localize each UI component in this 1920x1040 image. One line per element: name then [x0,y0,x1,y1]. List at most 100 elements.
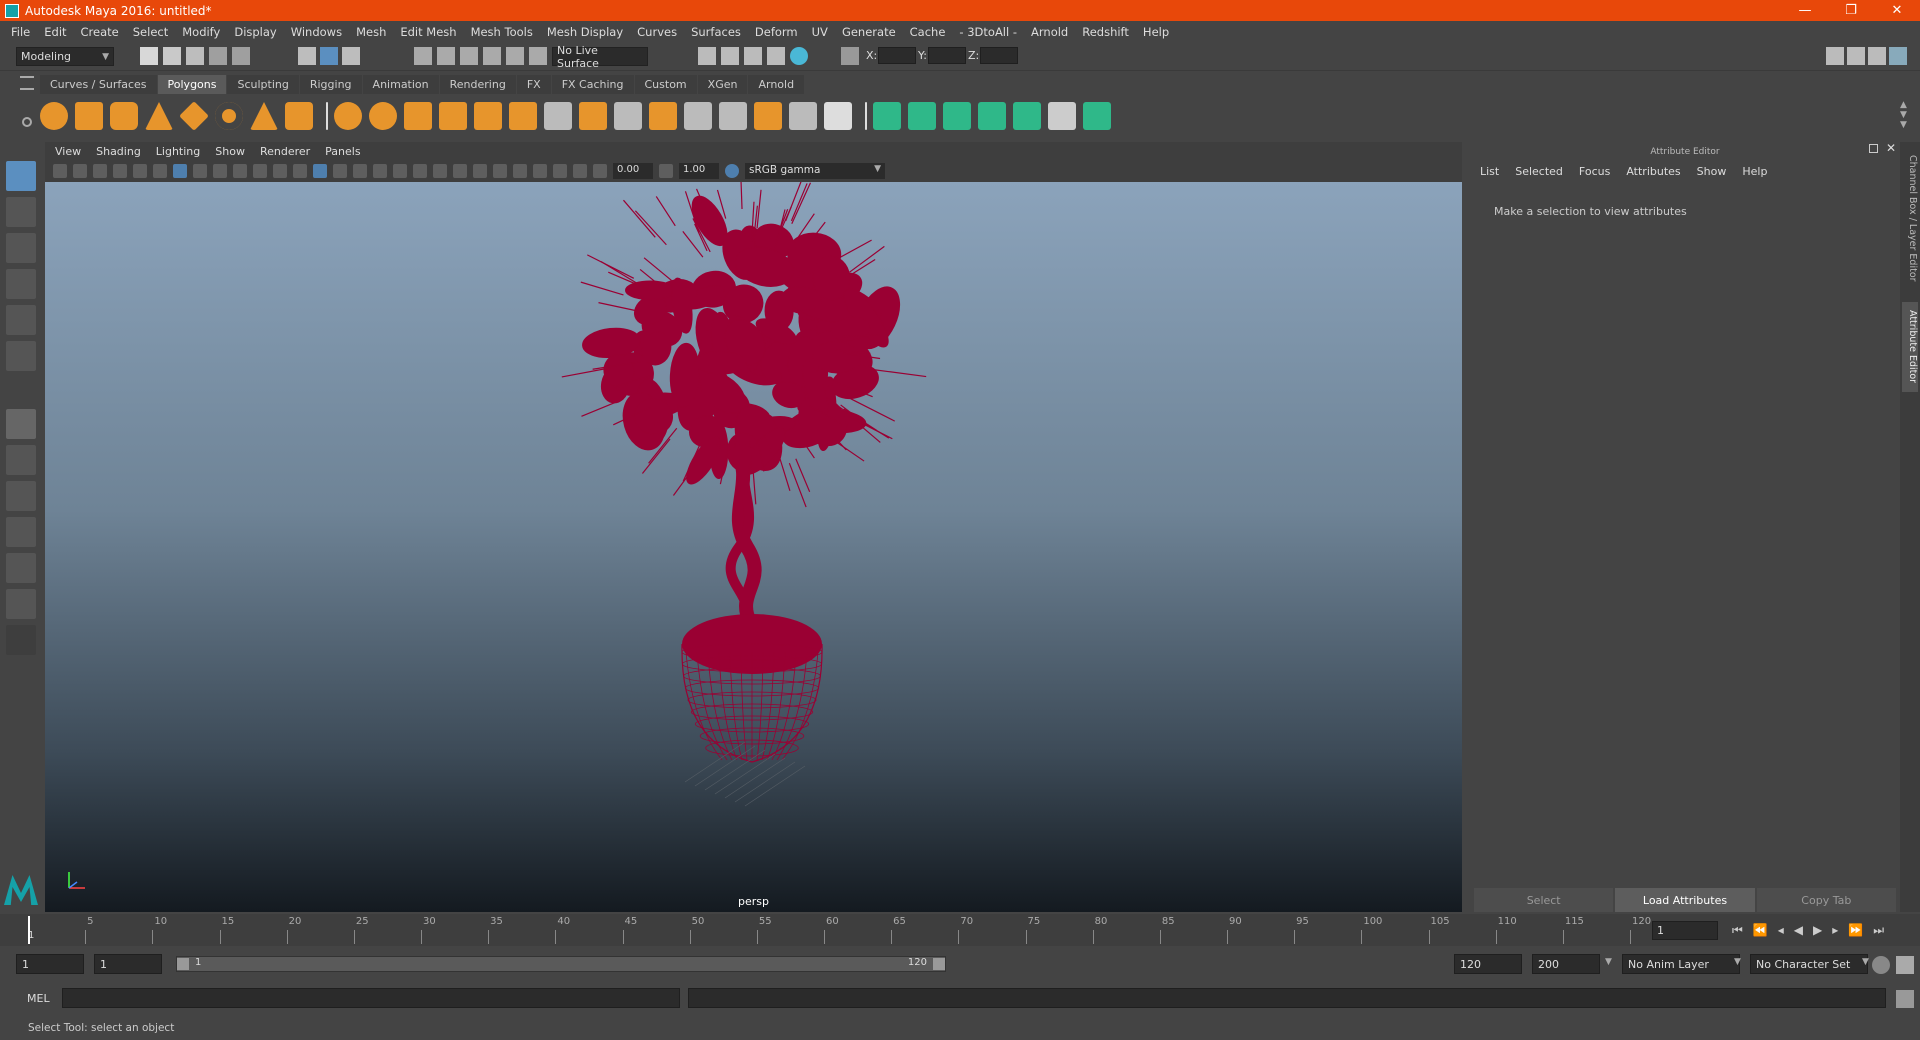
poly-cone-icon[interactable] [145,102,173,130]
copy-tab-button[interactable]: Copy Tab [1756,888,1896,912]
vp-menu-renderer[interactable]: Renderer [260,145,310,158]
z-field[interactable] [980,47,1018,64]
anim-layer-field[interactable]: No Anim Layer [1622,954,1740,974]
persp-outliner-icon[interactable] [6,481,36,511]
poly-cube-icon[interactable] [75,102,103,130]
isolate-select-icon[interactable] [513,164,527,178]
vp-menu-shading[interactable]: Shading [96,145,141,158]
2d-pan-zoom-icon[interactable] [133,164,147,178]
shelf-tab-fx[interactable]: FX [516,75,551,94]
range-slider[interactable]: 1 120 [176,956,946,972]
minimize-button[interactable]: — [1782,3,1828,18]
current-time-indicator[interactable] [28,916,30,944]
tool-settings-icon[interactable] [1868,47,1886,65]
poly-sphere-icon[interactable] [40,102,68,130]
uv-spherical-icon[interactable] [943,102,971,130]
shelf-tab-arnold[interactable]: Arnold [748,75,805,94]
ae-menu-show[interactable]: Show [1697,165,1727,178]
start-time-field[interactable]: 1 [16,954,84,974]
step-forward-key-icon[interactable]: ⏩ [1848,923,1863,938]
mel-command-input[interactable] [62,988,680,1008]
gate-mask-icon[interactable] [233,164,247,178]
menu-generate[interactable]: Generate [842,25,896,39]
uv-planar-icon[interactable] [873,102,901,130]
close-panel-icon[interactable]: ✕ [1886,141,1896,155]
menu-edit-mesh[interactable]: Edit Mesh [400,25,456,39]
channel-box-tab[interactable]: Channel Box / Layer Editor [1902,148,1918,288]
use-lights-icon[interactable] [393,164,407,178]
shelf-tab-polygons[interactable]: Polygons [157,75,227,94]
shelf-tab-xgen[interactable]: XGen [697,75,748,94]
current-frame-field[interactable]: 1 [1652,921,1718,940]
xray-icon[interactable] [533,164,547,178]
xray-joints-icon[interactable] [553,164,567,178]
vp-menu-lighting[interactable]: Lighting [156,145,200,158]
fill-hole-icon[interactable] [719,102,747,130]
render-settings-icon[interactable] [767,47,785,65]
shelf-tab-rigging[interactable]: Rigging [299,75,362,94]
move-tool-icon[interactable] [6,269,36,299]
poly-cylinder-icon[interactable] [110,102,138,130]
poly-pyramid-icon[interactable] [250,102,278,130]
new-scene-icon[interactable] [140,47,158,65]
wireframe-on-shaded-icon[interactable] [353,164,367,178]
shelf-tab-animation[interactable]: Animation [362,75,439,94]
menu-curves[interactable]: Curves [637,25,677,39]
menu-mesh-display[interactable]: Mesh Display [547,25,623,39]
ae-menu-attributes[interactable]: Attributes [1626,165,1680,178]
playback-start-field[interactable]: 1 [94,954,162,974]
snap-surface-icon[interactable] [506,47,524,65]
checker-icon[interactable] [1048,102,1076,130]
channel-box-toggle-icon[interactable] [1889,47,1907,65]
vp-menu-panels[interactable]: Panels [325,145,360,158]
view-transform-dropdown[interactable]: sRGB gamma ▼ [745,163,885,179]
ipr-render-icon[interactable] [744,47,762,65]
mode-selector[interactable]: Modeling ▼ [16,47,114,66]
undo-icon[interactable] [209,47,227,65]
snap-view-icon[interactable] [483,47,501,65]
snap-curve-icon[interactable] [437,47,455,65]
maximize-button[interactable]: ❐ [1828,3,1874,18]
field-chart-icon[interactable] [253,164,267,178]
menu-mesh[interactable]: Mesh [356,25,386,39]
menu-redshift[interactable]: Redshift [1082,25,1129,39]
uv-cylindrical-icon[interactable] [908,102,936,130]
step-back-key-icon[interactable]: ⏪ [1753,923,1768,938]
depth-of-field-icon[interactable] [493,164,507,178]
four-view-icon[interactable] [6,445,36,475]
snap-grid-icon[interactable] [414,47,432,65]
ae-menu-help[interactable]: Help [1742,165,1767,178]
animation-preferences-icon[interactable] [1896,956,1914,974]
paint-select-tool-icon[interactable] [6,233,36,263]
perspective-viewport[interactable]: persp [45,182,1462,912]
exposure-icon[interactable] [593,164,607,178]
separate-icon[interactable] [369,102,397,130]
menu-select[interactable]: Select [133,25,168,39]
range-start-handle[interactable] [177,958,189,970]
vp-menu-show[interactable]: Show [215,145,245,158]
select-tool-icon[interactable] [6,161,36,191]
redo-icon[interactable] [232,47,250,65]
attribute-editor-toggle-icon[interactable] [1847,47,1865,65]
time-slider[interactable]: 1 5 10 15 20 25 30 35 40 45 50 55 60 65 70 75 80 85 90 95 1… [0,914,1920,946]
poly-torus-icon[interactable] [215,102,243,130]
load-attributes-button[interactable]: Load Attributes [1615,888,1755,912]
rotate-tool-icon[interactable] [6,305,36,335]
step-forward-frame-icon[interactable]: ▸ [1832,923,1838,938]
ae-menu-focus[interactable]: Focus [1579,165,1610,178]
color-management-icon[interactable] [725,164,739,178]
merge-icon[interactable] [754,102,782,130]
bevel-icon[interactable] [649,102,677,130]
hypershade-icon[interactable] [790,47,808,65]
film-gate-icon[interactable] [193,164,207,178]
layout-more-icon[interactable] [6,625,36,655]
shelf-tab-sculpting[interactable]: Sculpting [227,75,299,94]
ae-menu-selected[interactable]: Selected [1515,165,1563,178]
shelf-scroll-icon[interactable]: ▲ ▼ ▼ [1900,100,1907,130]
extract-icon[interactable] [404,102,432,130]
image-plane-icon[interactable] [113,164,127,178]
play-backward-icon[interactable]: ◀ [1794,923,1803,938]
wireframe-icon[interactable] [313,164,327,178]
play-forward-icon[interactable]: ▶ [1813,923,1822,938]
snap-point-icon[interactable] [460,47,478,65]
